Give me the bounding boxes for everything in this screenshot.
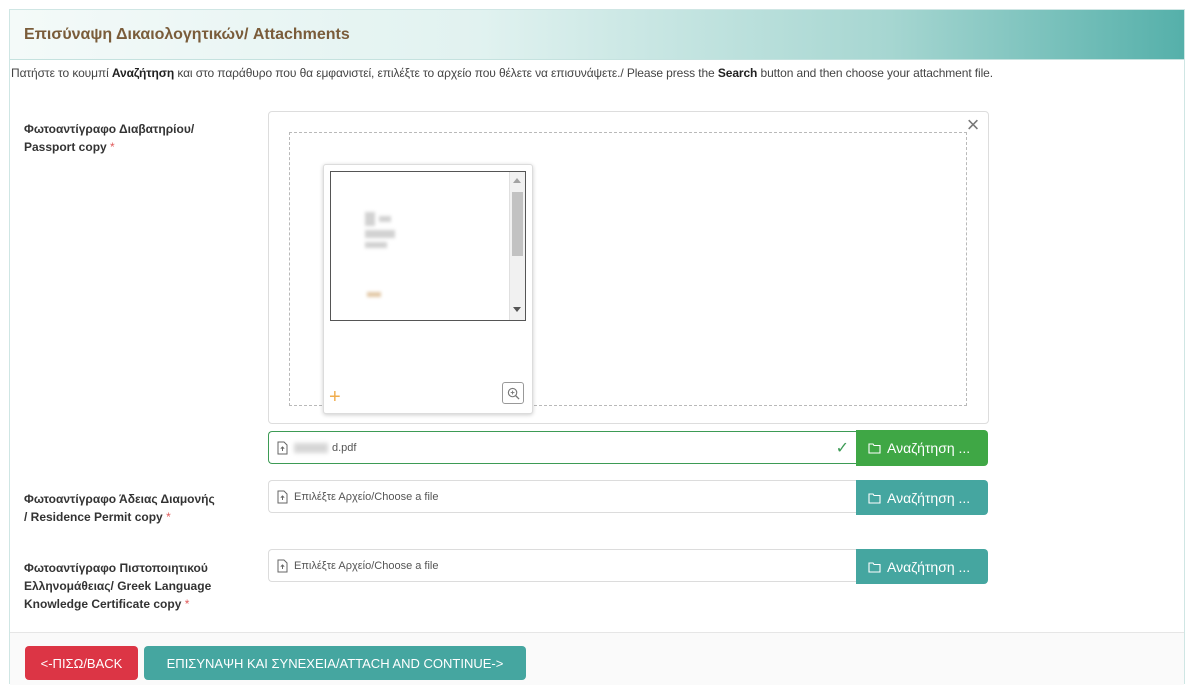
greek-file-row: Επιλέξτε Αρχείο/Choose a file Αναζήτηση … [268, 549, 988, 584]
required-mark: * [166, 510, 171, 524]
search-button-label: Αναζήτηση ... [887, 440, 971, 456]
instructions-bold-search-gr: Αναζήτηση [111, 66, 175, 80]
folder-open-icon [868, 492, 881, 504]
required-mark: * [110, 140, 115, 154]
search-button-label: Αναζήτηση ... [887, 558, 971, 575]
instructions-part1: Πατήστε το κουμπί [11, 66, 112, 80]
greek-label-line3: Knowledge Certificate copy [24, 597, 182, 611]
zoom-in-icon [507, 387, 520, 400]
file-icon [277, 490, 288, 504]
panel-title: Επισύναψη Δικαιολογητικών/ Attachments [24, 25, 350, 43]
passport-file-row: d.pdf ✓ Αναζήτηση ... [268, 430, 988, 466]
greek-label-line2: Ελληνομάθειας/ Greek Language [24, 579, 212, 593]
folder-open-icon [868, 443, 881, 454]
file-preview-frame: × + [268, 111, 989, 424]
residence-permit-label: Φωτοαντίγραφο Άδειας Διαμονής / Residenc… [24, 490, 254, 526]
instructions-bold-search-en: Search [717, 66, 758, 80]
passport-label-line1: Φωτοαντίγραφο Διαβατηρίου/ [24, 122, 195, 136]
passport-label: Φωτοαντίγραφο Διαβατηρίου/ Passport copy… [24, 120, 254, 156]
search-button-label: Αναζήτηση ... [887, 489, 971, 506]
file-dropzone[interactable]: + [289, 132, 967, 414]
residence-label-line1: Φωτοαντίγραφο Άδειας Διαμονής [24, 492, 215, 506]
file-icon [277, 441, 288, 455]
scroll-up-icon[interactable] [513, 178, 521, 183]
residence-file-placeholder: Επιλέξτε Αρχείο/Choose a file [294, 490, 439, 503]
instructions-text: Πατήστε το κουμπί Αναζήτηση και στο παρά… [11, 66, 993, 80]
file-icon [277, 559, 288, 573]
plus-icon[interactable]: + [329, 387, 341, 407]
form-footer: <-ΠΙΣΩ/BACK ΕΠΙΣΥΝΑΨΗ ΚΑΙ ΣΥΝΕΧΕΙΑ/ATTAC… [10, 632, 1184, 685]
instructions-part2: και στο παράθυρο που θα εμφανιστεί, επιλ… [174, 66, 718, 80]
check-icon: ✓ [835, 440, 849, 457]
residence-file-row: Επιλέξτε Αρχείο/Choose a file Αναζήτηση … [268, 480, 988, 515]
pdf-viewer[interactable] [330, 171, 526, 321]
residence-file-input[interactable]: Επιλέξτε Αρχείο/Choose a file [268, 480, 857, 513]
passport-file-input[interactable]: d.pdf ✓ [268, 431, 857, 464]
greek-label-line1: Φωτοαντίγραφο Πιστοποιητικού [24, 561, 208, 575]
file-thumbnail-card: + [323, 164, 533, 414]
blurred-filename [294, 442, 328, 453]
greek-file-placeholder: Επιλέξτε Αρχείο/Choose a file [294, 559, 439, 572]
scroll-thumb[interactable] [512, 192, 523, 256]
folder-open-icon [868, 561, 881, 573]
instructions-part3: button and then choose your attachment f… [757, 66, 994, 80]
attach-continue-button[interactable]: ΕΠΙΣΥΝΑΨΗ ΚΑΙ ΣΥΝΕΧΕΙΑ/ATTACH AND CONTIN… [144, 646, 526, 680]
pdf-scrollbar[interactable] [509, 172, 525, 320]
residence-label-line2: / Residence Permit copy [24, 510, 163, 524]
passport-search-button[interactable]: Αναζήτηση ... [856, 430, 988, 466]
scroll-down-icon[interactable] [513, 307, 521, 312]
panel-header: Επισύναψη Δικαιολογητικών/ Attachments [10, 10, 1184, 60]
required-mark: * [184, 597, 190, 611]
greek-certificate-label: Φωτοαντίγραφο Πιστοποιητικού Ελληνομάθει… [24, 559, 254, 613]
greek-search-button[interactable]: Αναζήτηση ... [856, 549, 988, 584]
passport-file-name: d.pdf [332, 441, 357, 454]
zoom-in-button[interactable] [502, 382, 524, 404]
back-button[interactable]: <-ΠΙΣΩ/BACK [25, 646, 138, 680]
residence-search-button[interactable]: Αναζήτηση ... [856, 480, 988, 515]
greek-file-input[interactable]: Επιλέξτε Αρχείο/Choose a file [268, 549, 857, 582]
pdf-page [331, 172, 511, 320]
passport-label-line2: Passport copy [24, 140, 107, 154]
